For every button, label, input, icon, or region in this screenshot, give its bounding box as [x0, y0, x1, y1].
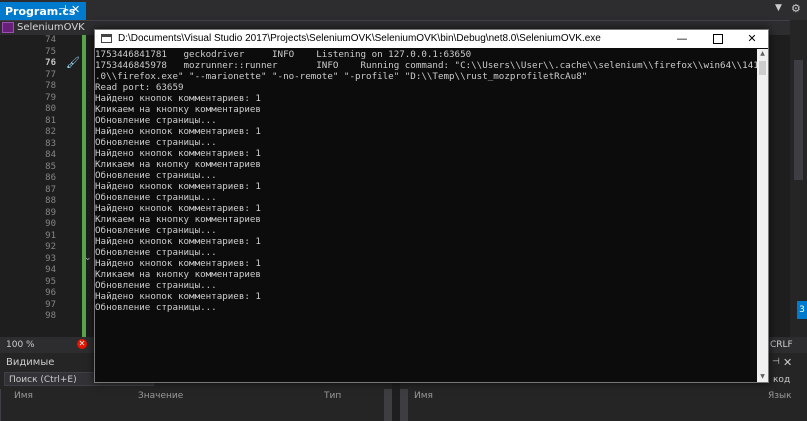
console-line: .0\\firefox.exe" "--marionette" "-no-rem…	[95, 71, 588, 82]
line-number: 87	[45, 184, 56, 195]
console-line: Найдено кнопок комментариев: 1	[95, 126, 261, 137]
zoom-level[interactable]: 100 %	[6, 340, 35, 350]
line-number: 82	[45, 127, 56, 137]
line-number: 84	[45, 150, 56, 160]
line-number: 77	[45, 69, 56, 80]
maximize-icon	[713, 34, 723, 44]
scroll-down-icon[interactable]: ▼	[757, 372, 768, 382]
close-panel-icon[interactable]: ✕	[783, 356, 792, 369]
scroll-up-icon[interactable]: ▲	[757, 49, 768, 59]
console-title-bar[interactable]: D:\Documents\Visual Studio 2017\Projects…	[95, 30, 768, 48]
console-line: Read port: 63659	[95, 82, 184, 93]
pin-icon[interactable]: ⊣	[772, 357, 780, 367]
maximize-button[interactable]	[701, 30, 735, 48]
console-scroll-thumb[interactable]	[759, 61, 766, 75]
console-output[interactable]: 1753446841781 geckodriver INFO Listening…	[95, 49, 757, 382]
line-number: 83	[45, 138, 56, 149]
line-number: 89	[45, 207, 56, 218]
document-tab-bar: Program.cs ⊣ ✕ ▼ ⚙	[0, 0, 807, 20]
minimize-button[interactable]: —	[665, 30, 699, 48]
console-window[interactable]: D:\Documents\Visual Studio 2017\Projects…	[94, 29, 769, 383]
error-icon[interactable]: ✕	[77, 339, 87, 349]
line-number: 98	[45, 311, 56, 321]
line-number: 85	[45, 161, 56, 172]
locals-scrollbar[interactable]	[384, 389, 392, 421]
line-number: 81	[45, 115, 56, 126]
line-number: 76	[45, 58, 56, 68]
console-title: D:\Documents\Visual Studio 2017\Projects…	[118, 33, 601, 44]
console-line: Кликаем на кнопку комментариев	[95, 214, 261, 225]
console-line: Обновление страницы...	[95, 302, 217, 313]
document-tab-program-cs[interactable]: Program.cs ⊣ ✕	[0, 2, 86, 20]
line-number: 75	[45, 46, 56, 57]
line-number: 79	[45, 92, 56, 103]
line-number: 88	[45, 196, 56, 206]
right-panel-suffix: код	[773, 375, 791, 385]
close-button[interactable]: ✕	[735, 30, 769, 48]
gear-icon[interactable]: ⚙	[791, 2, 801, 15]
line-number: 97	[45, 299, 56, 310]
console-line: Найдено кнопок комментариев: 1	[95, 203, 261, 214]
editor-vertical-scrollbar[interactable]	[790, 20, 807, 340]
console-line: Кликаем на кнопку комментариев	[95, 104, 261, 115]
console-app-icon	[101, 34, 112, 43]
console-line: Найдено кнопок комментариев: 1	[95, 93, 261, 104]
line-number-gutter: 74 75 76 77 78 79 80 81 82 83 84 85 86 87 88 89 90 91 92 93…	[0, 35, 90, 337]
brush-icon[interactable]: 🖌	[66, 56, 80, 69]
editor-scroll-thumb[interactable]	[794, 60, 803, 180]
column-separator	[0, 389, 1, 421]
console-line: Кликаем на кнопку комментариев	[95, 159, 261, 170]
line-number: 90	[45, 219, 56, 229]
console-line: Кликаем на кнопку комментариев	[95, 269, 261, 280]
csharp-project-icon	[2, 22, 14, 33]
change-tracking-bar	[82, 35, 86, 337]
console-line: Обновление страницы...	[95, 192, 217, 203]
fold-chevron-icon[interactable]: ⌄	[84, 253, 92, 263]
right-edge-marker: 3	[797, 301, 807, 319]
console-line: Обновление страницы...	[95, 170, 217, 181]
console-line: 1753446841781 geckodriver INFO Listening…	[95, 49, 472, 60]
console-line: Найдено кнопок комментариев: 1	[95, 258, 261, 269]
project-combo[interactable]: SeleniumOVK	[0, 21, 85, 34]
console-line: Обновление страницы...	[95, 280, 217, 291]
console-line: Найдено кнопок комментариев: 1	[95, 181, 261, 192]
column-header-value[interactable]: Значение	[138, 391, 183, 401]
pin-icon[interactable]: ⊣	[58, 4, 67, 15]
line-number: 95	[45, 276, 56, 287]
console-line: 1753446845978 mozrunner::runner INFO Run…	[95, 60, 757, 71]
line-number: 96	[45, 288, 56, 298]
console-line: Обновление страницы...	[95, 137, 217, 148]
chevron-down-icon[interactable]: ▼	[775, 3, 782, 13]
locals-panel-title: Видимые	[6, 357, 55, 368]
line-number: 92	[45, 242, 56, 252]
console-line: Найдено кнопок комментариев: 1	[95, 148, 261, 159]
console-scrollbar[interactable]: ▲ ▼	[757, 49, 768, 382]
console-line: Найдено кнопок комментариев: 1	[95, 236, 261, 247]
line-number: 86	[45, 173, 56, 183]
console-line: Обновление страницы...	[95, 225, 217, 236]
column-header-name[interactable]: Имя	[14, 391, 33, 401]
line-number: 91	[45, 230, 56, 241]
column-header-name[interactable]: Имя	[414, 391, 433, 401]
line-number: 93	[45, 253, 56, 264]
line-number: 74	[45, 35, 56, 45]
project-combo-label: SeleniumOVK	[17, 22, 85, 33]
close-tab-icon[interactable]: ✕	[71, 3, 80, 16]
line-number: 78	[45, 81, 56, 91]
console-line: Обновление страницы...	[95, 247, 217, 258]
right-panel-scrollbar[interactable]	[400, 389, 408, 421]
column-header-type[interactable]: Тип	[324, 391, 341, 401]
column-header-language[interactable]: Язык	[768, 391, 792, 401]
line-number: 94	[45, 265, 56, 275]
console-line: Найдено кнопок комментариев: 1	[95, 291, 261, 302]
line-number: 80	[45, 104, 56, 114]
console-line: Обновление страницы...	[95, 115, 217, 126]
line-ending[interactable]: CRLF	[770, 340, 793, 350]
